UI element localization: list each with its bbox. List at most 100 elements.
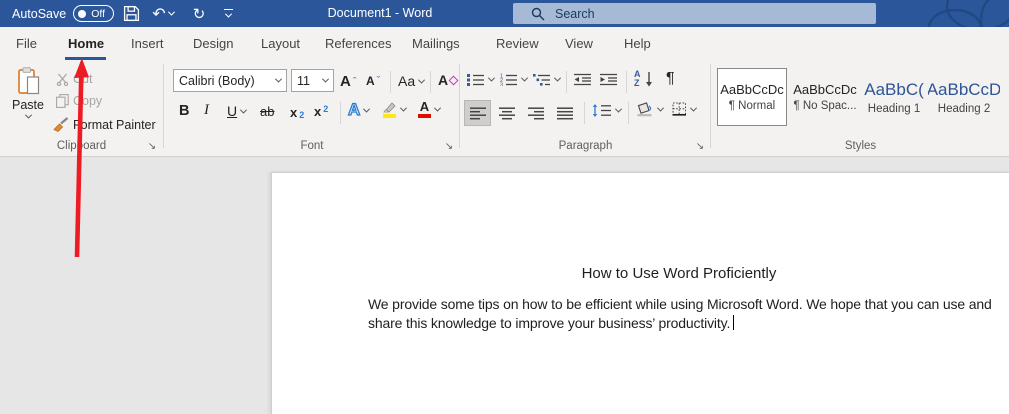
save-button[interactable] bbox=[120, 0, 142, 27]
group-separator bbox=[710, 64, 711, 148]
chevron-down-icon[interactable] bbox=[434, 105, 441, 112]
line-spacing-button[interactable] bbox=[592, 104, 621, 117]
text-highlight-button[interactable] bbox=[382, 101, 406, 118]
chevron-down-icon[interactable] bbox=[615, 106, 622, 113]
tab-view[interactable]: View bbox=[565, 27, 593, 60]
ribbon: Paste Cut Copy Format Painter Clipboard … bbox=[0, 60, 1009, 157]
divider bbox=[584, 102, 585, 124]
chevron-down-icon[interactable] bbox=[240, 106, 247, 113]
styles-group-label: Styles bbox=[712, 140, 1009, 155]
borders-button[interactable] bbox=[672, 102, 696, 116]
autosave-toggle[interactable]: Off bbox=[73, 5, 114, 22]
strikethrough-button[interactable]: ab bbox=[260, 104, 274, 119]
align-right-button[interactable] bbox=[523, 101, 548, 125]
bullets-button[interactable] bbox=[467, 73, 494, 86]
chevron-down-icon[interactable] bbox=[690, 104, 697, 111]
chevron-down-icon bbox=[224, 11, 231, 18]
increase-indent-button[interactable] bbox=[600, 73, 618, 86]
cut-button[interactable]: Cut bbox=[56, 72, 92, 86]
font-dialog-launcher[interactable]: ↘ bbox=[443, 141, 455, 153]
tab-design[interactable]: Design bbox=[193, 27, 233, 60]
tab-insert[interactable]: Insert bbox=[131, 27, 164, 60]
sort-button[interactable]: A Z bbox=[634, 70, 653, 88]
chevron-down-icon[interactable] bbox=[657, 105, 664, 112]
increase-indent-icon bbox=[600, 73, 618, 86]
change-case-button[interactable]: Aa bbox=[398, 73, 424, 89]
chevron-down-icon[interactable] bbox=[488, 75, 495, 82]
paragraph-dialog-launcher[interactable]: ↘ bbox=[694, 141, 706, 153]
group-separator bbox=[459, 64, 460, 148]
chevron-down-icon[interactable] bbox=[363, 105, 370, 112]
redo-button[interactable]: ↻ bbox=[188, 0, 210, 27]
sort-arrow-icon bbox=[645, 71, 653, 87]
redo-icon: ↻ bbox=[193, 5, 206, 23]
style-no-spacing[interactable]: AaBbCcDc ¶ No Spac... bbox=[790, 68, 860, 126]
font-name-select[interactable]: Calibri (Body) bbox=[173, 69, 287, 92]
format-painter-label: Format Painter bbox=[73, 118, 156, 132]
tab-layout[interactable]: Layout bbox=[261, 27, 300, 60]
align-center-button[interactable] bbox=[494, 101, 519, 125]
document-page[interactable]: How to Use Word Proficiently We provide … bbox=[271, 172, 1009, 414]
undo-button[interactable]: ↶ bbox=[150, 0, 176, 27]
clear-formatting-button[interactable]: A bbox=[438, 72, 457, 88]
chevron-down-icon bbox=[418, 76, 425, 83]
divider bbox=[430, 71, 431, 93]
subscript-button[interactable]: x2 bbox=[290, 104, 304, 120]
ribbon-tab-bar: File Home Insert Design Layout Reference… bbox=[0, 27, 1009, 60]
justify-button[interactable] bbox=[552, 101, 577, 125]
copy-button[interactable]: Copy bbox=[56, 94, 102, 108]
cut-label: Cut bbox=[73, 72, 92, 86]
customize-quick-access-button[interactable] bbox=[220, 0, 236, 27]
undo-dropdown-icon[interactable] bbox=[168, 9, 175, 16]
tab-file[interactable]: File bbox=[16, 27, 37, 60]
style-heading-1[interactable]: AaBbC( Heading 1 bbox=[863, 68, 925, 126]
autosave-control[interactable]: AutoSave Off bbox=[12, 0, 114, 27]
shading-button[interactable] bbox=[636, 102, 663, 117]
word-window: AutoSave Off ↶ ↻ Document1 - Word bbox=[0, 0, 1009, 414]
multilevel-list-button[interactable] bbox=[533, 73, 560, 86]
tab-help[interactable]: Help bbox=[624, 27, 651, 60]
paste-button[interactable]: Paste bbox=[6, 64, 50, 138]
decorative-swirl bbox=[859, 0, 1009, 27]
decrease-indent-button[interactable] bbox=[574, 73, 592, 86]
paragraph-group-label: Paragraph bbox=[461, 140, 710, 155]
grow-font-button[interactable]: Aˆ bbox=[340, 73, 357, 90]
italic-button[interactable]: I bbox=[204, 102, 209, 119]
text-effects-button[interactable]: A bbox=[348, 100, 369, 120]
clipboard-dialog-launcher[interactable]: ↘ bbox=[146, 141, 158, 153]
divider bbox=[566, 71, 567, 93]
align-right-icon bbox=[528, 107, 544, 120]
multilevel-list-icon bbox=[533, 73, 551, 86]
underline-button[interactable]: U bbox=[227, 103, 246, 119]
document-heading[interactable]: How to Use Word Proficiently bbox=[368, 265, 990, 282]
numbering-button[interactable]: 123 bbox=[500, 73, 527, 86]
document-paragraph[interactable]: We provide some tips on how to be effici… bbox=[368, 295, 998, 333]
align-left-button[interactable] bbox=[465, 101, 490, 125]
font-color-button[interactable]: A bbox=[418, 101, 440, 118]
chevron-down-icon[interactable] bbox=[400, 105, 407, 112]
tab-references[interactable]: References bbox=[325, 27, 391, 60]
copy-icon bbox=[56, 94, 69, 108]
style-heading-2[interactable]: AaBbCcD Heading 2 bbox=[928, 68, 1000, 126]
tab-review[interactable]: Review bbox=[496, 27, 539, 60]
font-size-value: 11 bbox=[297, 74, 310, 88]
style-normal[interactable]: AaBbCcDc ¶ Normal bbox=[717, 68, 787, 126]
paste-dropdown-icon[interactable] bbox=[24, 112, 31, 119]
chevron-down-icon[interactable] bbox=[521, 75, 528, 82]
shrink-font-button[interactable]: Aˇ bbox=[366, 74, 380, 88]
chevron-down-icon bbox=[275, 76, 282, 83]
format-painter-button[interactable]: Format Painter bbox=[52, 117, 156, 132]
copy-label: Copy bbox=[73, 94, 102, 108]
eraser-icon bbox=[449, 75, 459, 85]
bold-button[interactable]: B bbox=[179, 103, 189, 119]
font-size-select[interactable]: 11 bbox=[291, 69, 334, 92]
autosave-label: AutoSave bbox=[12, 7, 66, 21]
chevron-down-icon[interactable] bbox=[554, 75, 561, 82]
tab-home[interactable]: Home bbox=[68, 27, 104, 60]
paste-label: Paste bbox=[12, 98, 44, 112]
highlighter-pen-icon bbox=[382, 101, 397, 113]
tab-mailings[interactable]: Mailings bbox=[412, 27, 460, 60]
superscript-button[interactable]: x2 bbox=[314, 104, 328, 119]
search-input[interactable]: Search bbox=[513, 3, 876, 24]
show-hide-pilcrow-button[interactable]: ¶ bbox=[666, 70, 675, 88]
